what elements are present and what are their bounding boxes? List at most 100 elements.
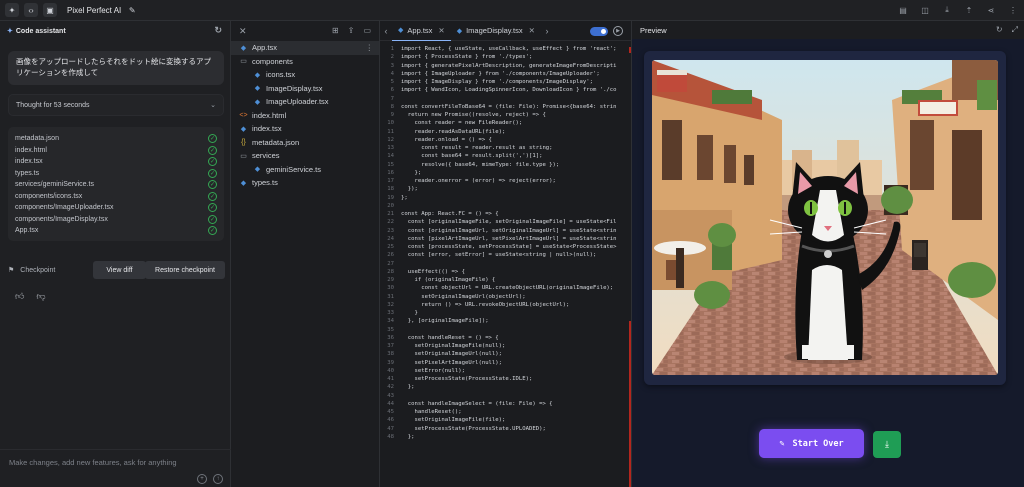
code-line[interactable]: 13 const result = reader.result as strin… <box>380 144 631 152</box>
autosave-toggle[interactable] <box>590 27 608 36</box>
code-line[interactable]: 39 setPixelArtImageUrl(null); <box>380 359 631 367</box>
sparkle-icon[interactable]: ✦ <box>5 3 19 17</box>
run-icon[interactable]: ▶ <box>613 26 623 36</box>
code-line[interactable]: 43 <box>380 392 631 400</box>
code-text[interactable]: import { generatePixelArtDescription, ge… <box>401 62 617 70</box>
more-options-icon[interactable]: ⋮ <box>366 43 374 52</box>
tree-folder[interactable]: ▭ components <box>231 55 379 69</box>
code-line[interactable]: 44 const handleImageSelect = (file: File… <box>380 400 631 408</box>
code-text[interactable]: setProcessState(ProcessState.IDLE); <box>401 375 532 383</box>
chat-input-placeholder[interactable]: Make changes, add new features, ask for … <box>9 458 177 467</box>
new-file-icon[interactable]: ⊞ <box>332 26 339 35</box>
tree-file[interactable]: ◆ ImageDisplay.tsx <box>231 82 379 96</box>
code-line[interactable]: 24 const [pixelArtImageUrl, setPixelArtI… <box>380 235 631 243</box>
tree-file[interactable]: ◆ App.tsx ⋮ <box>231 41 379 55</box>
code-text[interactable]: reader.readAsDataURL(file); <box>401 128 505 136</box>
changed-file-item[interactable]: types.ts ✓ <box>15 168 217 180</box>
code-text[interactable]: import { ImageUploader } from './compone… <box>401 70 600 78</box>
tree-file[interactable]: ◆ ImageUploader.tsx <box>231 95 379 109</box>
view-diff-button[interactable]: View diff <box>93 261 146 279</box>
code-text[interactable]: }; <box>401 433 415 441</box>
code-text[interactable]: }, [originalImageFile]); <box>401 317 489 325</box>
code-line[interactable]: 7 <box>380 95 631 103</box>
close-icon[interactable]: ✕ <box>239 26 247 37</box>
code-text[interactable]: return new Promise((resolve, reject) => … <box>401 111 546 119</box>
code-text[interactable]: if (originalImageFile) { <box>401 276 495 284</box>
changed-file-item[interactable]: components/icons.tsx ✓ <box>15 191 217 203</box>
code-text[interactable]: setOriginalImageFile(file); <box>401 416 505 424</box>
code-line[interactable]: 28 useEffect(() => { <box>380 268 631 276</box>
tab-imagedisplay-tsx[interactable]: ◆ ImageDisplay.tsx ✕ <box>451 21 541 41</box>
code-text[interactable]: const [processState, setProcessState] = … <box>401 243 617 251</box>
new-folder-icon[interactable]: ▭ <box>363 26 371 35</box>
code-line[interactable]: 35 <box>380 326 631 334</box>
chevron-left-icon[interactable]: ‹ <box>380 26 392 36</box>
code-text[interactable]: }; <box>401 169 421 177</box>
changed-file-item[interactable]: metadata.json ✓ <box>15 133 217 145</box>
code-text[interactable]: const reader = new FileReader(); <box>401 119 522 127</box>
upload-file-icon[interactable]: ⇪ <box>348 26 355 35</box>
code-line[interactable]: 33 } <box>380 309 631 317</box>
deploy-icon[interactable]: ⇡ <box>962 3 976 17</box>
code-text[interactable]: } <box>401 309 417 317</box>
code-line[interactable]: 37 setOriginalImageFile(null); <box>380 342 631 350</box>
code-text[interactable]: }); <box>401 185 418 193</box>
refresh-icon[interactable]: ↻ <box>214 25 222 36</box>
download-image-button[interactable]: ⤓ <box>873 431 901 458</box>
code-text[interactable]: handleReset(); <box>401 408 461 416</box>
code-line[interactable]: 25 const [processState, setProcessState]… <box>380 243 631 251</box>
code-text[interactable]: }; <box>401 383 415 391</box>
code-line[interactable]: 29 if (originalImageFile) { <box>380 276 631 284</box>
github-icon[interactable]: ◫ <box>918 3 932 17</box>
code-text[interactable]: import React, { useState, useCallback, u… <box>401 45 617 53</box>
changed-file-item[interactable]: components/ImageUploader.tsx ✓ <box>15 202 217 214</box>
tree-file[interactable]: ◆ index.tsx <box>231 122 379 136</box>
code-text[interactable]: reader.onload = () => { <box>401 136 491 144</box>
tab-app-tsx[interactable]: ◆ App.tsx ✕ <box>392 21 451 41</box>
code-line[interactable]: 46 setOriginalImageFile(file); <box>380 416 631 424</box>
code-text[interactable]: setOriginalImageFile(null); <box>401 342 505 350</box>
code-text[interactable]: resolve({ base64, mimeType: file.type })… <box>401 161 559 169</box>
code-line[interactable]: 15 resolve({ base64, mimeType: file.type… <box>380 161 631 169</box>
send-icon[interactable]: ↑ <box>213 474 223 484</box>
code-line[interactable]: 23 const [originalImageUrl, setOriginalI… <box>380 227 631 235</box>
code-line[interactable]: 41 setProcessState(ProcessState.IDLE); <box>380 375 631 383</box>
code-line[interactable]: 11 reader.readAsDataURL(file); <box>380 128 631 136</box>
code-text[interactable]: const [error, setError] = useState<strin… <box>401 251 597 259</box>
code-text[interactable]: return () => URL.revokeObjectURL(objectU… <box>401 301 569 309</box>
code-line[interactable]: 38 setOriginalImageUrl(null); <box>380 350 631 358</box>
code-line[interactable]: 20 <box>380 202 631 210</box>
code-line[interactable]: 8 const convertFileToBase64 = (file: File… <box>380 103 631 111</box>
code-text[interactable]: setProcessState(ProcessState.UPLOADED); <box>401 425 545 433</box>
code-line[interactable]: 16 }; <box>380 169 631 177</box>
chevron-right-icon[interactable]: › <box>541 26 553 36</box>
chevron-down-icon[interactable]: ⌄ <box>210 101 216 109</box>
changed-file-item[interactable]: components/ImageDisplay.tsx ✓ <box>15 214 217 226</box>
code-line[interactable]: 1 import React, { useState, useCallback, … <box>380 45 631 53</box>
code-text[interactable]: const [originalImageFile, setOriginalIma… <box>401 218 617 226</box>
chat-input[interactable]: Make changes, add new features, ask for … <box>0 449 231 487</box>
thumbs-down-icon[interactable]: 👎︎ <box>36 291 45 302</box>
code-text[interactable]: import { ProcessState } from './types'; <box>401 53 532 61</box>
changed-file-item[interactable]: index.html ✓ <box>15 145 217 157</box>
code-line[interactable]: 10 const reader = new FileReader(); <box>380 119 631 127</box>
start-over-button[interactable]: ✎ Start Over <box>759 429 864 458</box>
share-icon[interactable]: ⋖ <box>984 3 998 17</box>
code-text[interactable]: const handleImageSelect = (file: File) =… <box>401 400 553 408</box>
code-line[interactable]: 17 reader.onerror = (error) => reject(er… <box>380 177 631 185</box>
code-line[interactable]: 31 setOriginalImageUrl(objectUrl); <box>380 293 631 301</box>
download-icon[interactable]: ⤓ <box>940 3 954 17</box>
code-lines[interactable]: 1 import React, { useState, useCallback, … <box>380 45 631 441</box>
code-text[interactable]: const App: React.FC = () => { <box>401 210 499 218</box>
code-line[interactable]: 19}; <box>380 194 631 202</box>
fullscreen-icon[interactable]: ⤢ <box>1012 25 1018 35</box>
more-menu-icon[interactable]: ⋮ <box>1006 3 1020 17</box>
code-line[interactable]: 4 import { ImageUploader } from './compon… <box>380 70 631 78</box>
tree-file[interactable]: ◆ icons.tsx <box>231 68 379 82</box>
code-line[interactable]: 18 }); <box>380 185 631 193</box>
code-text[interactable]: import { WandIcon, LoadingSpinnerIcon, D… <box>401 86 617 94</box>
code-text[interactable]: setOriginalImageUrl(objectUrl); <box>401 293 525 301</box>
code-text[interactable]: const objectUrl = URL.createObjectURL(or… <box>401 284 613 292</box>
code-line[interactable]: 12 reader.onload = () => { <box>380 136 631 144</box>
code-text[interactable]: const [originalImageUrl, setOriginalImag… <box>401 227 617 235</box>
